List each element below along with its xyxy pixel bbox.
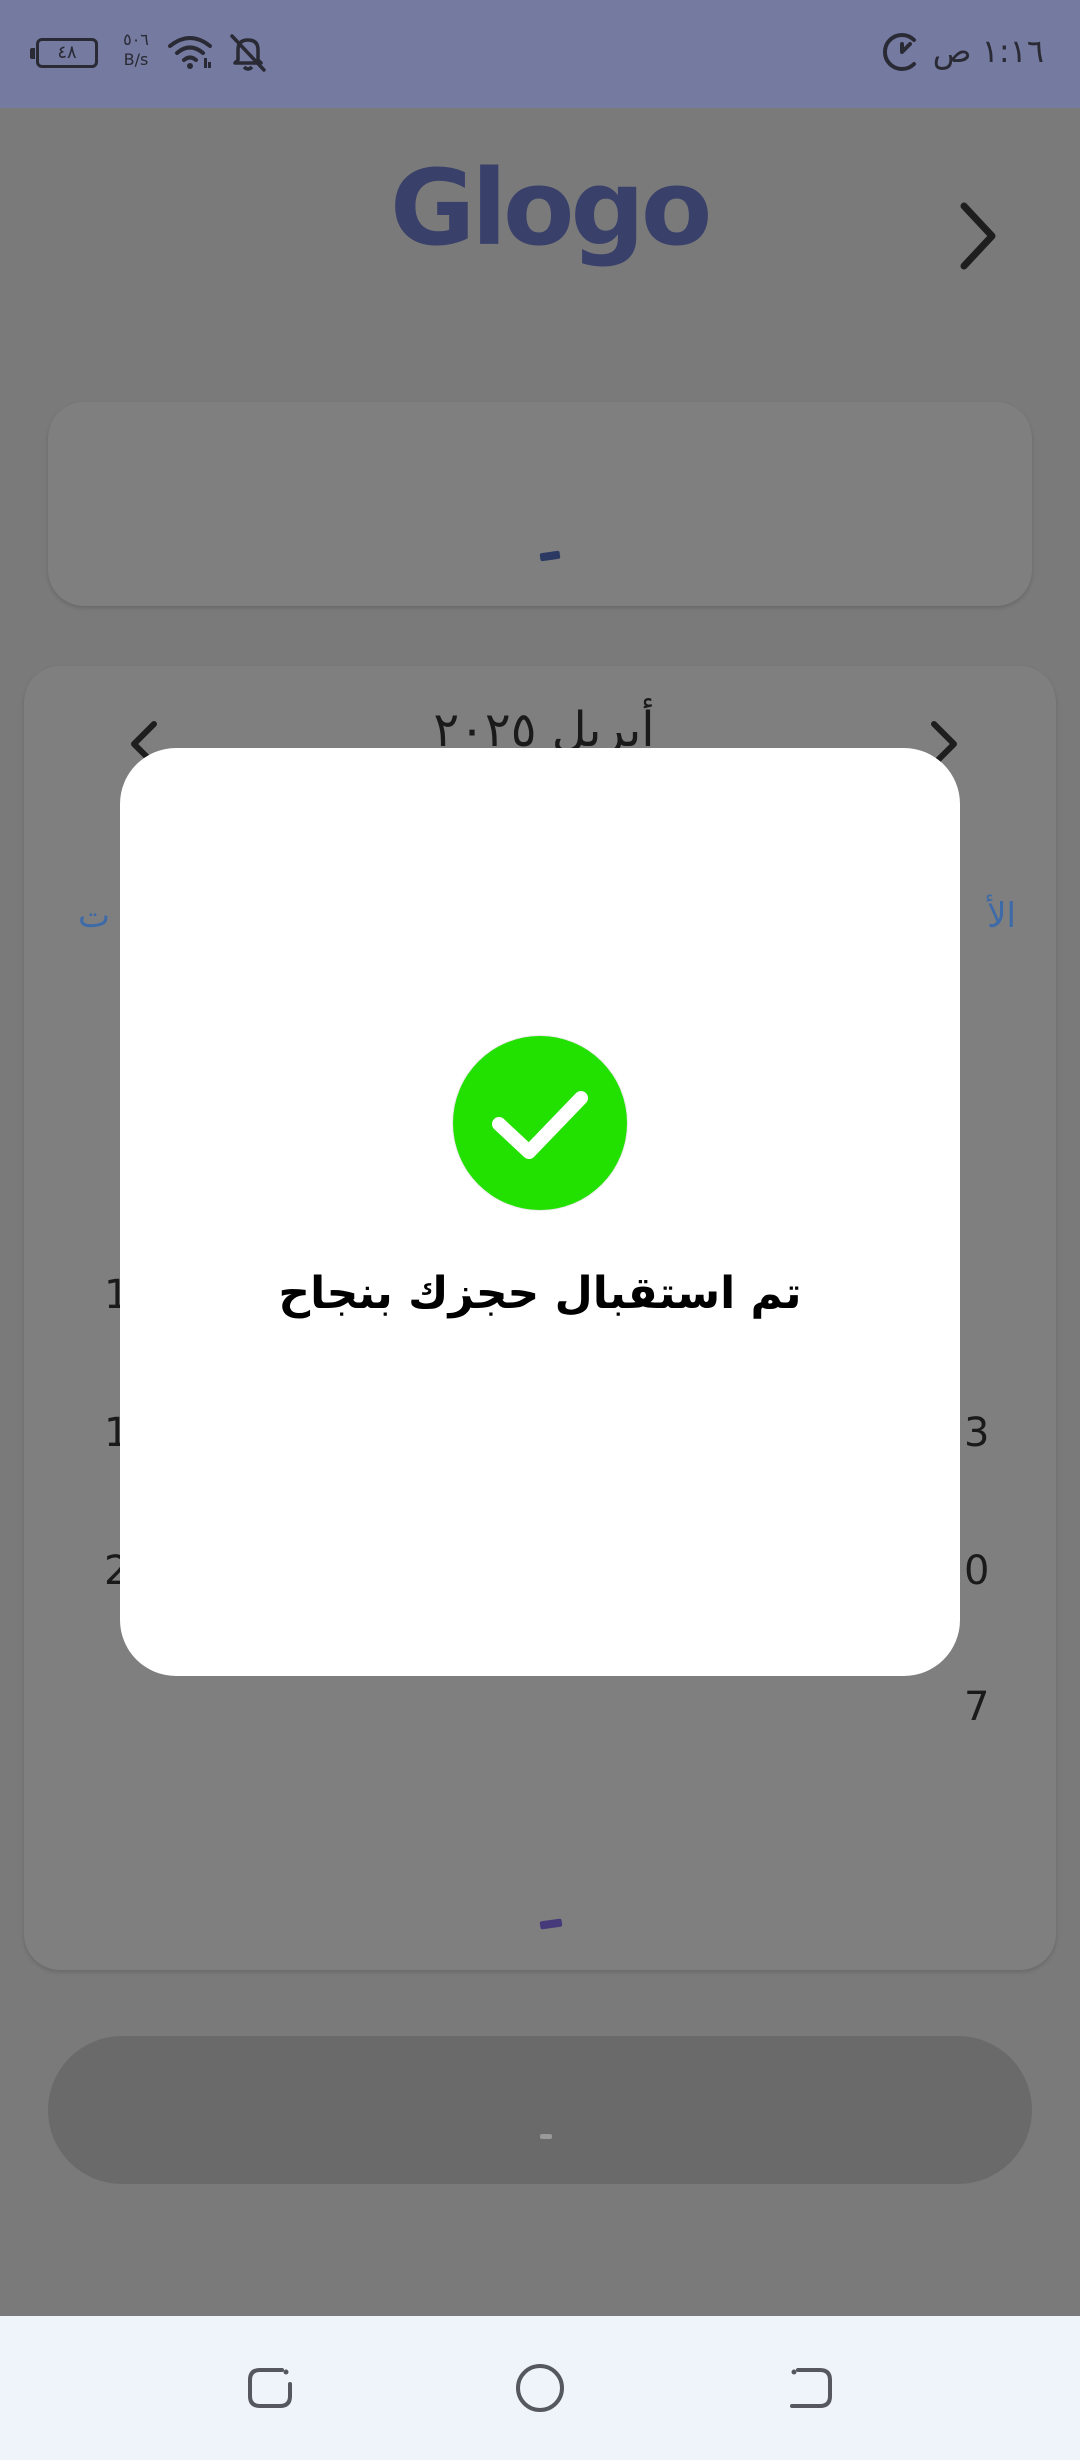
- success-check-icon: [453, 1036, 627, 1210]
- selection-card[interactable]: [48, 402, 1032, 606]
- network-speed-value: ٥٠٦: [123, 30, 149, 49]
- recent-apps-icon[interactable]: [238, 2356, 302, 2420]
- calendar-right-link[interactable]: الأ: [987, 896, 1016, 936]
- back-chevron-icon[interactable]: [948, 196, 1008, 276]
- bell-muted-icon: [230, 34, 266, 72]
- network-speed: ٥٠٦ B/s: [118, 30, 154, 70]
- home-icon[interactable]: [508, 2356, 572, 2420]
- back-icon[interactable]: [778, 2356, 842, 2420]
- battery-icon: ٤٨: [30, 38, 98, 68]
- day-cell[interactable]: 0: [964, 1548, 989, 1594]
- success-message: تم استقبال حجزك بنجاح: [278, 1268, 802, 1319]
- confirm-button[interactable]: [48, 2036, 1032, 2184]
- day-cell[interactable]: 7: [964, 1684, 989, 1730]
- wifi-icon: [168, 36, 212, 69]
- button-loading-indicator: [540, 2134, 552, 2139]
- app-logo: Glogo: [390, 147, 712, 269]
- status-bar: ٤٨ ٥٠٦ B/s ١:١٦ ص: [0, 0, 1080, 108]
- do-not-disturb-icon: [882, 33, 916, 71]
- calendar-left-link[interactable]: ت: [78, 896, 110, 936]
- loading-indicator: [539, 1918, 563, 1930]
- battery-level: ٤٨: [57, 42, 77, 63]
- day-cell[interactable]: 3: [964, 1410, 989, 1456]
- loading-indicator: [539, 550, 561, 562]
- system-nav-bar: [0, 2316, 1080, 2460]
- status-time: ١:١٦ ص: [932, 32, 1044, 70]
- success-dialog: تم استقبال حجزك بنجاح: [120, 748, 960, 1676]
- network-speed-unit: B/s: [123, 50, 149, 69]
